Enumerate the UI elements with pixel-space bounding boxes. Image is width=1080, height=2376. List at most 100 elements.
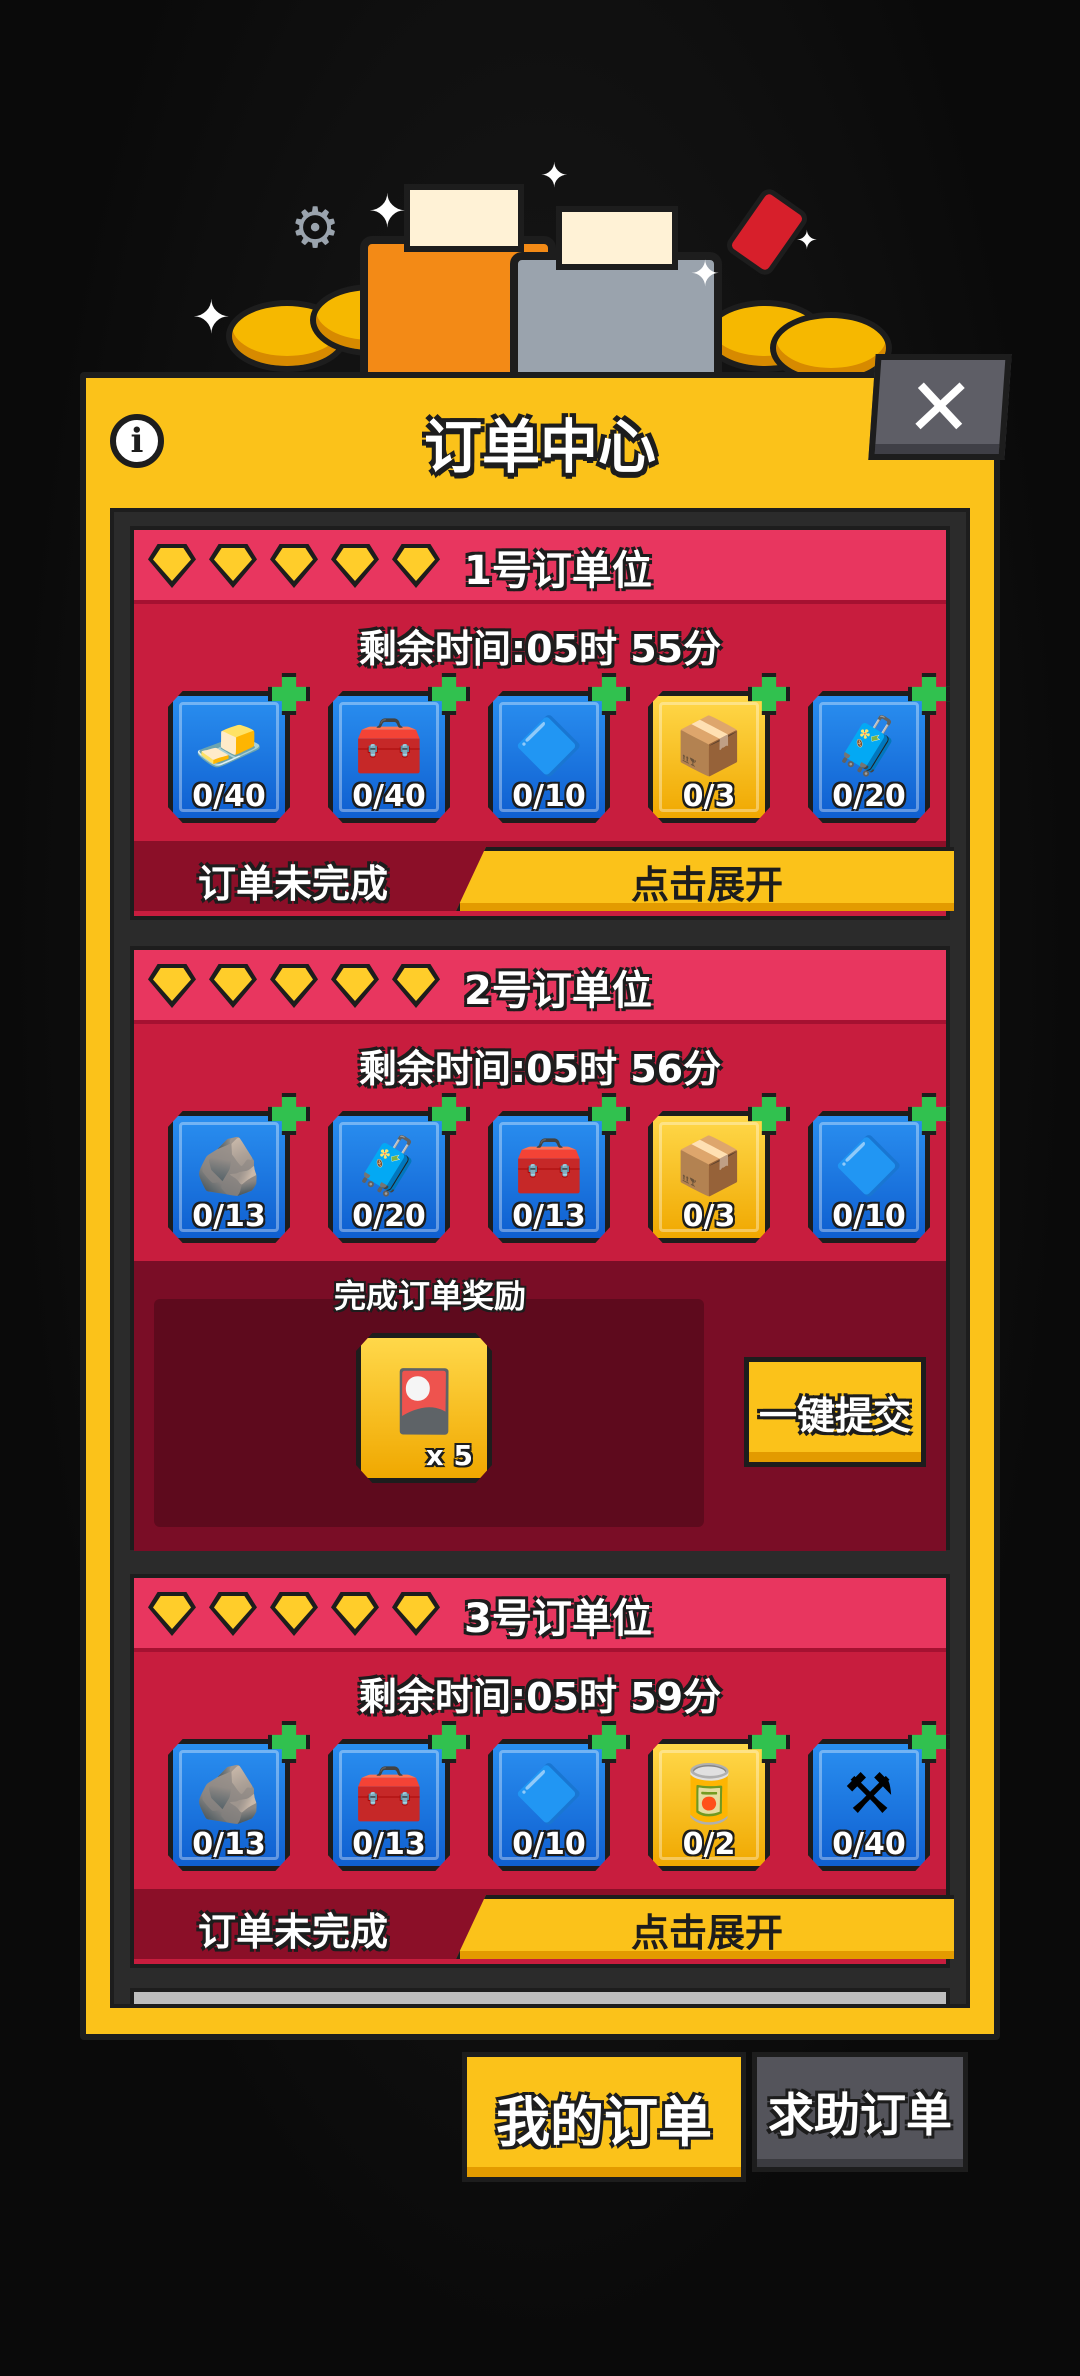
green-toolbox-icon: 🧰 (354, 1762, 424, 1828)
anvil-icon: ⚒ (843, 1762, 895, 1828)
stone-cube-icon: 🪨 (194, 1134, 264, 1200)
gem-icon (392, 1592, 440, 1636)
required-item[interactable]: 🪨 0/13 (168, 1721, 310, 1879)
required-item[interactable]: 🧰 0/13 (328, 1721, 470, 1879)
item-count: 0/10 (512, 1827, 586, 1862)
gem-icon (392, 544, 440, 588)
gem-icon (209, 544, 257, 588)
item-count: 0/2 (682, 1827, 736, 1862)
slot-header: 1号订单位 (134, 530, 946, 604)
slot-title: 2号订单位 (464, 968, 652, 1014)
remaining-time: 剩余时间:05时 55分 (358, 627, 722, 671)
remaining-time: 剩余时间:05时 56分 (358, 1047, 722, 1091)
gem-rating (148, 964, 440, 1008)
required-item[interactable]: 📦 0/3 (648, 1093, 790, 1251)
reward-item[interactable]: 🎴 x 5 (356, 1333, 492, 1483)
gem-icon (270, 544, 318, 588)
remaining-time: 剩余时间:05时 59分 (358, 1675, 722, 1719)
required-item[interactable]: ⚒ 0/40 (808, 1721, 950, 1879)
required-item[interactable]: 🪨 0/13 (168, 1093, 310, 1251)
expand-button[interactable]: 点击展开 (456, 1895, 954, 1959)
slot-title: 3号订单位 (464, 1596, 652, 1642)
item-count: 0/3 (682, 1199, 736, 1234)
gem-icon (209, 964, 257, 1008)
pink-crate-icon: 📦 (674, 1134, 744, 1200)
gem-icon (270, 964, 318, 1008)
sparkle-icon: ✦ (540, 156, 569, 196)
required-items: 🪨 0/13 🧳 0/20 🧰 0/13 📦 0/3 🔷 0/10 (134, 1093, 950, 1251)
expand-button[interactable]: 点击展开 (456, 847, 954, 911)
sparkle-icon: ✦ (690, 254, 721, 295)
sparkle-icon: ✦ (192, 290, 231, 344)
close-button[interactable]: ✕ (868, 354, 1012, 460)
gem-icon (270, 1592, 318, 1636)
required-item[interactable]: 🥫 0/2 (648, 1721, 790, 1879)
reward-count: x 5 (425, 1439, 473, 1472)
required-item[interactable]: 🧰 0/13 (488, 1093, 630, 1251)
red-canister-icon: 🥫 (674, 1762, 744, 1828)
gem-rating (148, 1592, 440, 1636)
required-item[interactable]: 🔷 0/10 (488, 1721, 630, 1879)
purple-chest-icon: 🧳 (834, 714, 904, 780)
slot-header: 2号订单位 (134, 950, 946, 1024)
item-count: 0/40 (192, 779, 266, 814)
required-item[interactable]: 🧈 0/40 (168, 673, 310, 831)
item-count: 0/13 (192, 1199, 266, 1234)
item-count: 0/10 (832, 1199, 906, 1234)
blue-card-icon: 🔷 (514, 714, 584, 780)
required-item[interactable]: 📦 0/3 (648, 673, 790, 831)
item-count: 0/10 (512, 779, 586, 814)
blue-card-icon: 🔷 (834, 1134, 904, 1200)
purple-chest-icon: 🧳 (354, 1134, 424, 1200)
required-item[interactable]: 🔷 0/10 (808, 1093, 950, 1251)
tab-help-orders[interactable]: 求助订单 (752, 2052, 968, 2172)
gem-icon (148, 964, 196, 1008)
required-items: 🪨 0/13 🧰 0/13 🔷 0/10 🥫 0/2 ⚒ 0/40 (134, 1721, 950, 1879)
order-slot-1: 1号订单位 剩余时间:05时 55分 🧈 0/40 🧰 0/40 🔷 0/10 📦 0/ (130, 526, 954, 920)
item-count: 0/13 (352, 1827, 426, 1862)
panel-title: 订单中心 (423, 413, 656, 481)
item-count: 0/20 (352, 1199, 426, 1234)
item-count: 0/40 (832, 1827, 906, 1862)
required-item[interactable]: 🧰 0/40 (328, 673, 470, 831)
order-slot-list[interactable]: 1号订单位 剩余时间:05时 55分 🧈 0/40 🧰 0/40 🔷 0/10 📦 0/ (110, 508, 970, 2008)
stone-cube-icon: 🪨 (194, 1762, 264, 1828)
item-count: 0/40 (352, 779, 426, 814)
close-icon: ✕ (903, 360, 977, 454)
slot-footer: 订单未完成 点击展开 (134, 1889, 954, 1959)
item-count: 0/20 (832, 779, 906, 814)
order-slot-2: 2号订单位 剩余时间:05时 56分 🪨 0/13 🧳 0/20 🧰 0/13 📦 0/ (130, 946, 950, 1551)
character-ticket-icon: 🎴 (386, 1366, 462, 1437)
gem-icon (331, 964, 379, 1008)
gem-icon (148, 544, 196, 588)
required-item[interactable]: 🧳 0/20 (328, 1093, 470, 1251)
item-count: 0/13 (192, 1827, 266, 1862)
required-item[interactable]: 🔷 0/10 (488, 673, 630, 831)
slot-header: 3号订单位 (134, 1578, 946, 1652)
gear-icon: ⚙ (290, 196, 341, 261)
order-status: 订单未完成 (198, 862, 389, 906)
sparkle-icon: ✦ (368, 184, 407, 238)
first-aid-kit-icon: 🧰 (354, 714, 424, 780)
gem-icon (392, 964, 440, 1008)
gem-icon (331, 544, 379, 588)
green-toolbox-icon: 🧰 (514, 1134, 584, 1200)
reward-area: 完成订单奖励 🎴 x 5 一键提交 (134, 1261, 946, 1551)
order-status: 订单未完成 (198, 1910, 389, 1954)
slot-footer: 订单未完成 点击展开 (134, 841, 954, 911)
paper-icon (404, 184, 524, 252)
gem-icon (148, 1592, 196, 1636)
order-center-panel: i 订单中心 1号订单位 剩余时间:05时 55分 🧈 0/40 🧰 0/40 … (80, 372, 1000, 2040)
one-click-submit-button[interactable]: 一键提交 (744, 1357, 926, 1467)
gold-bar-icon: 🧈 (194, 714, 264, 780)
reward-label: 完成订单奖励 (334, 1277, 527, 1315)
tab-my-orders[interactable]: 我的订单 (462, 2052, 746, 2182)
slot-title: 1号订单位 (464, 548, 652, 594)
sparkle-icon: ✦ (796, 226, 818, 256)
pink-crate-icon: 📦 (674, 714, 744, 780)
item-count: 0/3 (682, 779, 736, 814)
paper-icon (556, 206, 678, 270)
order-slot-3: 3号订单位 剩余时间:05时 59分 🪨 0/13 🧰 0/13 🔷 0/10 🥫 0/ (130, 1574, 954, 1968)
required-item[interactable]: 🧳 0/20 (808, 673, 950, 831)
order-slot-4-peek (130, 1988, 950, 2004)
